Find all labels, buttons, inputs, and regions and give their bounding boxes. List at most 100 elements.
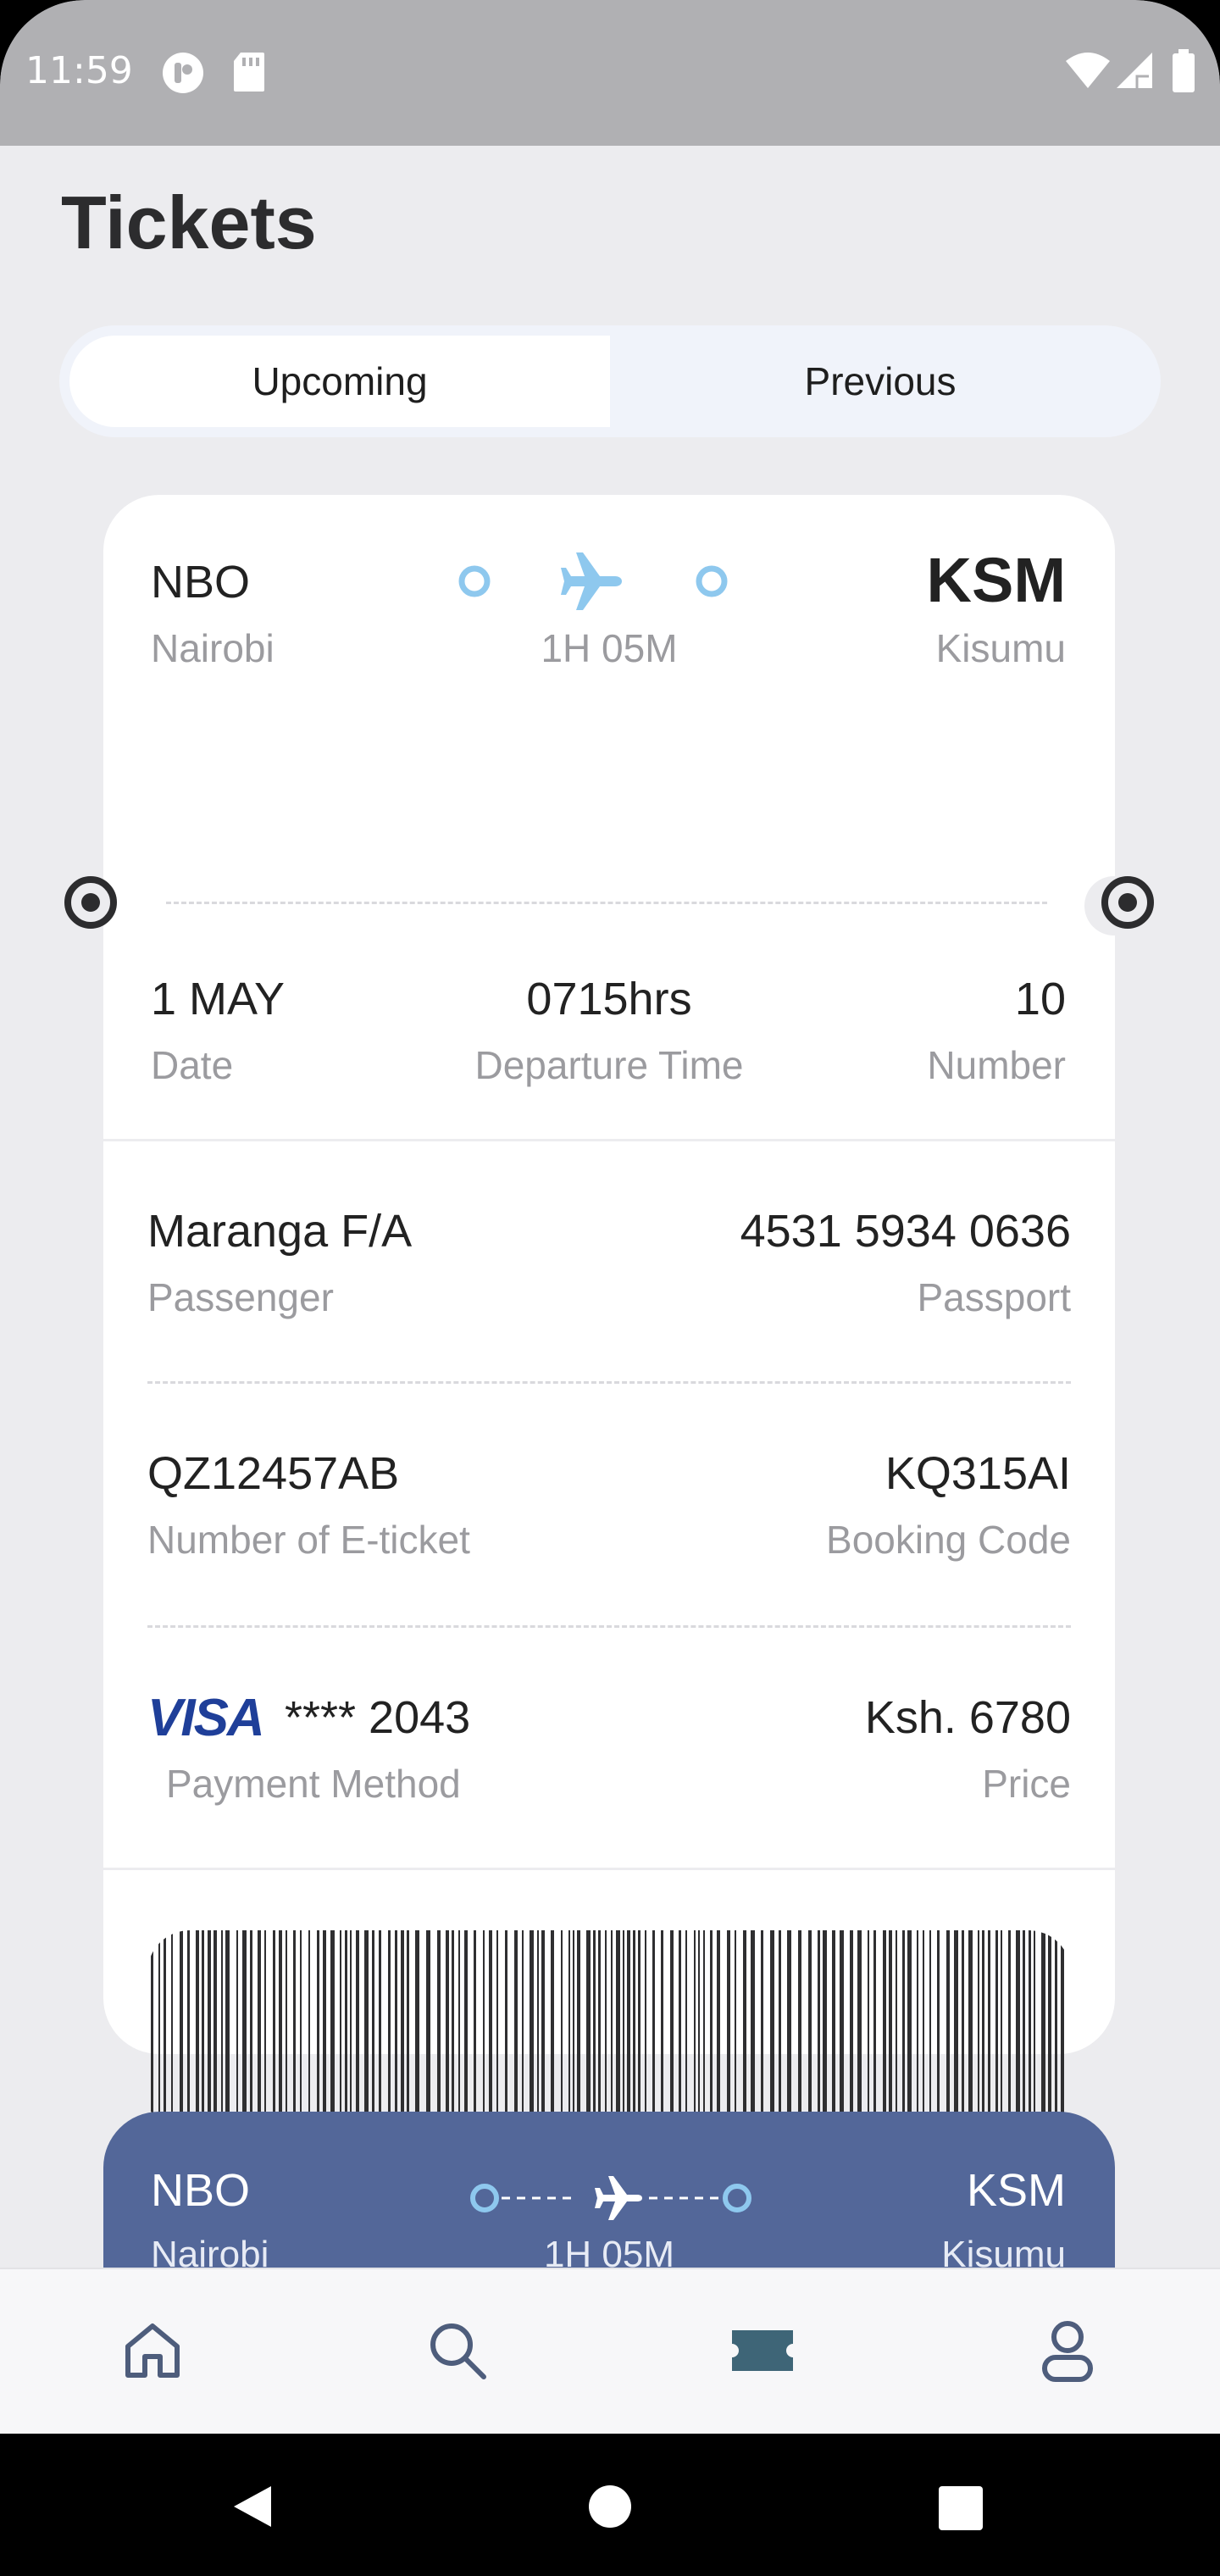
barcode-bar: [1048, 1930, 1051, 2137]
number-value: 10: [1014, 974, 1066, 1024]
barcode-bar: [823, 1930, 827, 2137]
barcode-bar: [483, 1930, 485, 2137]
barcode-bar: [1061, 1930, 1064, 2137]
number-label: Number: [927, 1043, 1066, 1087]
flight-duration: 1H 05M: [541, 626, 678, 670]
barcode-bar: [573, 1930, 574, 2137]
destination-city: Kisumu: [935, 626, 1066, 670]
barcode-bar: [541, 1930, 545, 2137]
barcode-bar: [415, 1930, 419, 2137]
price-label: Price: [982, 1762, 1071, 1806]
barcode-bar: [751, 1930, 755, 2137]
barcode-bar: [496, 1930, 498, 2137]
destination-code: KSM: [926, 545, 1066, 615]
passport-value: 4531 5934 0636: [740, 1206, 1071, 1257]
payment-method-label: Payment Method: [166, 1762, 461, 1806]
barcode-bar: [379, 1930, 381, 2137]
barcode-bar: [474, 1930, 476, 2137]
flight-duration: 1H 05M: [543, 2234, 675, 2268]
search-icon: [426, 2319, 489, 2386]
ticket-card[interactable]: NBO Nairobi 1H 05M KSM Kisumu 1 MAY Date…: [103, 495, 1135, 2137]
barcode-bar: [868, 1930, 869, 2137]
tickets-screen: Tickets Upcoming Previous NBO Nairobi 1H…: [0, 146, 1220, 2268]
ticket-card-2[interactable]: NBO Nairobi 1H 05M KSM Kisumu: [103, 2112, 1115, 2268]
origin-city: Nairobi: [151, 2234, 269, 2268]
nav-home[interactable]: [110, 2310, 195, 2395]
barcode-bar: [873, 1930, 876, 2137]
eticket-label: Number of E-ticket: [147, 1518, 470, 1562]
date-label: Date: [151, 1043, 234, 1087]
barcode-bar: [202, 1930, 204, 2137]
barcode-bar: [937, 1930, 940, 2137]
ticket-tabs: Upcoming Previous: [59, 325, 1161, 437]
barcode-bar: [164, 1930, 166, 2137]
eticket-value: QZ12457AB: [147, 1448, 400, 1499]
barcode-bar: [889, 1930, 892, 2137]
barcode-bar: [323, 1930, 326, 2137]
passenger-value: Maranga F/A: [147, 1206, 413, 1257]
barcode-bar: [208, 1930, 211, 2137]
origin-code: NBO: [151, 2165, 251, 2216]
divider: [147, 1381, 1071, 1384]
tab-previous[interactable]: Previous: [610, 336, 1151, 427]
barcode-bar: [372, 1930, 374, 2137]
barcode-bar: [514, 1930, 518, 2137]
barcode-bar: [727, 1930, 730, 2137]
nav-profile[interactable]: [1025, 2310, 1110, 2395]
barcode-bar: [1001, 1930, 1002, 2137]
visa-logo: VISA: [147, 1689, 265, 1747]
ticket-punch-left: [64, 876, 117, 929]
barcode-bar: [761, 1930, 763, 2137]
barcode-bar: [670, 1930, 674, 2137]
barcode-bar: [929, 1930, 931, 2137]
barcode-bar: [787, 1930, 791, 2137]
wifi-icon: [1064, 51, 1112, 94]
barcode-bar: [694, 1930, 696, 2137]
status-time: 11:59: [25, 49, 133, 92]
barcode-bar: [840, 1930, 844, 2137]
barcode-bar: [356, 1930, 359, 2137]
barcode-bar: [633, 1930, 635, 2137]
barcode-bar: [907, 1930, 912, 2137]
page-title: Tickets: [61, 180, 317, 264]
barcode-bar: [902, 1930, 905, 2137]
barcode-bar: [703, 1930, 705, 2137]
barcode-bar: [401, 1930, 404, 2137]
barcode-bar: [968, 1930, 973, 2137]
barcode-bar: [850, 1930, 853, 2137]
barcode-bar: [832, 1930, 835, 2137]
barcode-bar: [586, 1930, 591, 2137]
barcode-bar: [1034, 1930, 1035, 2137]
ticket-punch-right: [1101, 876, 1154, 929]
route-start-dot-icon: [458, 564, 491, 602]
barcode-bar: [345, 1930, 347, 2137]
back-icon[interactable]: [230, 2483, 274, 2534]
barcode-bar: [242, 1930, 247, 2137]
tab-upcoming[interactable]: Upcoming: [69, 336, 610, 427]
departure-time-label: Departure Time: [474, 1043, 744, 1087]
passport-label: Passport: [917, 1275, 1071, 1319]
app-notification-icon: [161, 51, 205, 99]
barcode-bar: [923, 1930, 924, 2137]
origin-code: NBO: [151, 557, 251, 608]
route-end-dot-icon: [695, 564, 729, 602]
barcode-bar: [661, 1930, 663, 2137]
barcode-bar: [818, 1930, 820, 2137]
barcode-bar: [605, 1930, 607, 2137]
barcode-bar: [388, 1930, 391, 2137]
route-line-icon: [468, 2164, 756, 2236]
barcode-bar: [685, 1930, 687, 2137]
barcode-bar: [743, 1930, 746, 2137]
barcode-bar: [464, 1930, 468, 2137]
home-circle-icon[interactable]: [588, 2484, 632, 2533]
barcode-bar: [645, 1930, 646, 2137]
barcode-bar: [978, 1930, 979, 2137]
divider: [166, 902, 1047, 904]
recents-icon[interactable]: [939, 2486, 983, 2534]
barcode-bar: [171, 1930, 173, 2137]
nav-search[interactable]: [415, 2310, 500, 2395]
barcode-bar: [489, 1930, 492, 2137]
barcode-bar: [946, 1930, 950, 2137]
barcode-bar: [611, 1930, 613, 2137]
nav-tickets[interactable]: [720, 2310, 805, 2395]
